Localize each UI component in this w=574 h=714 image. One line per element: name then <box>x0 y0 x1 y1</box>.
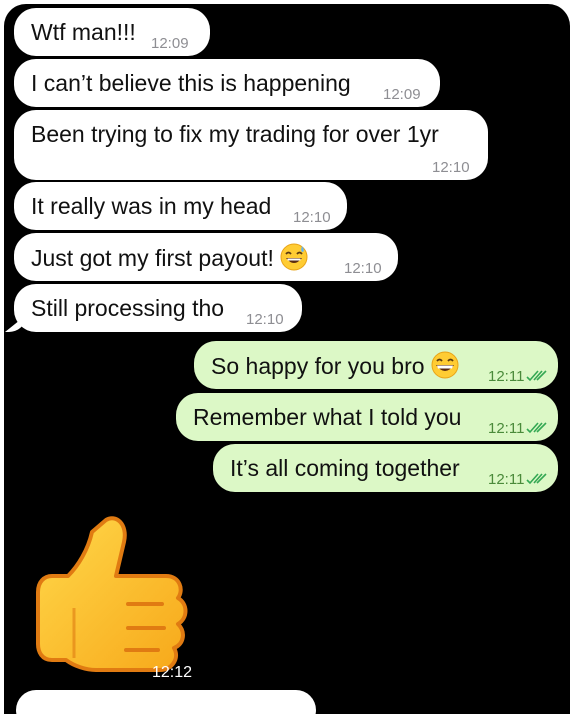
message-bubble-incoming[interactable]: Just got my first payout! 12:10 <box>14 233 398 281</box>
chat-conversation: Wtf man!!! 12:09 I can’t believe this is… <box>4 4 570 714</box>
message-text: Just got my first payout! <box>31 243 308 272</box>
sticker-time: 12:12 <box>152 664 193 681</box>
message-text: Still processing tho <box>31 295 225 321</box>
message-time: 12:10 <box>293 209 331 226</box>
message-bubble-outgoing[interactable]: So happy for you bro 12:11 <box>194 341 558 389</box>
message-bubble-incoming-partial[interactable] <box>16 690 316 714</box>
message-time: 12:11 <box>488 466 548 494</box>
message-bubble-outgoing[interactable]: It’s all coming together 12:11 <box>213 444 558 492</box>
message-text: It’s all coming together <box>230 455 460 481</box>
message-text: Remember what I told you <box>193 404 462 430</box>
message-time: 12:09 <box>383 86 421 103</box>
read-double-check-icon <box>526 422 548 434</box>
message-bubble-incoming[interactable]: Still processing tho 12:10 <box>14 284 302 332</box>
thumbs-up-sticker[interactable] <box>34 512 194 682</box>
message-bubble-incoming[interactable]: Been trying to fix my trading for over 1… <box>14 110 488 180</box>
message-time: 12:10 <box>246 311 284 328</box>
message-time: 12:10 <box>344 260 382 277</box>
message-time-text: 12:11 <box>488 471 525 488</box>
message-bubble-outgoing[interactable]: Remember what I told you 12:11 <box>176 393 558 441</box>
message-bubble-incoming[interactable]: I can’t believe this is happening 12:09 <box>14 59 440 107</box>
message-text: It really was in my head <box>31 193 272 219</box>
message-time: 12:11 <box>488 415 548 443</box>
message-text: Been trying to fix my trading for over 1… <box>31 121 439 147</box>
beaming-grin-emoji <box>431 351 459 379</box>
message-time-text: 12:11 <box>488 420 525 437</box>
read-double-check-icon <box>526 370 548 382</box>
message-bubble-incoming[interactable]: Wtf man!!! 12:09 <box>14 8 210 56</box>
message-text-content: So happy for you bro <box>211 353 425 379</box>
message-time: 12:10 <box>432 159 470 176</box>
message-time: 12:11 <box>488 363 548 391</box>
message-text: So happy for you bro <box>211 351 459 380</box>
message-time: 12:09 <box>151 35 189 52</box>
message-text: I can’t believe this is happening <box>31 70 351 96</box>
message-text-content: Just got my first payout! <box>31 245 274 271</box>
read-double-check-icon <box>526 473 548 485</box>
message-text: Wtf man!!! <box>31 19 136 45</box>
grinning-sweat-emoji <box>280 243 308 271</box>
message-time-text: 12:11 <box>488 368 525 385</box>
message-bubble-incoming[interactable]: It really was in my head 12:10 <box>14 182 347 230</box>
